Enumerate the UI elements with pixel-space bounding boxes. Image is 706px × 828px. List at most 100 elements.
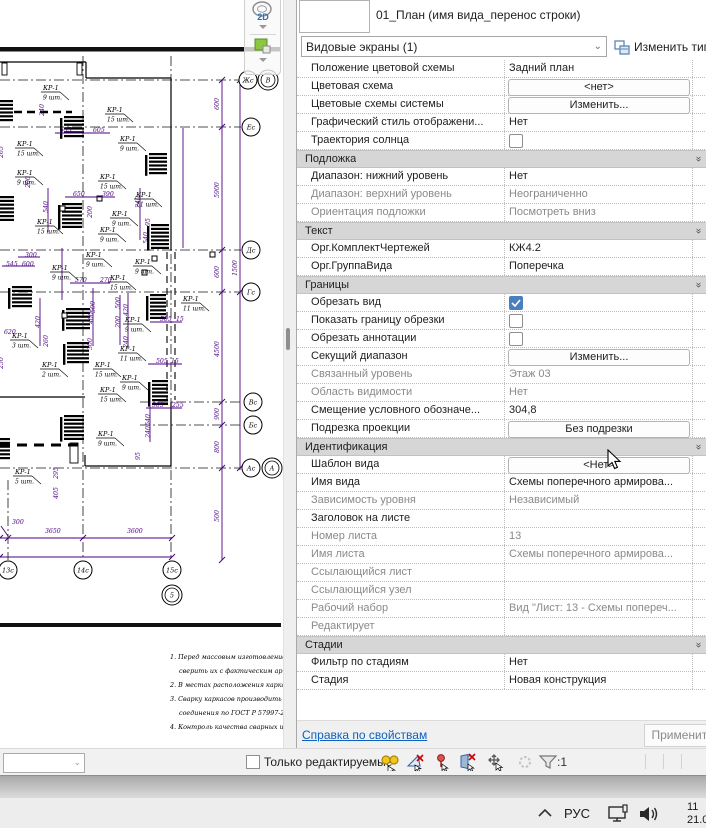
property-value-button[interactable]: Без подрезки xyxy=(508,421,690,438)
column-divider xyxy=(504,132,505,149)
svg-text:КР-1: КР-1 xyxy=(85,251,102,259)
property-label: Ссылающийся лист xyxy=(311,566,413,578)
volume-icon[interactable] xyxy=(638,805,662,823)
steering-wheel-2d-icon[interactable]: 2D xyxy=(250,0,276,22)
steering-wheel-menu-arrow[interactable] xyxy=(258,25,267,29)
property-row: Цветовые схемы системы Изменить... xyxy=(297,96,706,114)
language-indicator[interactable]: РУС xyxy=(564,806,590,821)
show-hidden-icons-chevron[interactable] xyxy=(537,807,553,819)
property-value-button[interactable]: Изменить... xyxy=(508,349,690,366)
property-row: Обрезать аннотации xyxy=(297,330,706,348)
property-value[interactable]: Нет xyxy=(509,170,528,182)
property-value[interactable]: Схемы поперечного армирова... xyxy=(509,476,673,488)
svg-text:405: 405 xyxy=(53,487,60,500)
collapse-chevron-icon[interactable]: « xyxy=(693,445,704,450)
type-preview-image[interactable] xyxy=(299,0,370,33)
property-value[interactable]: Вид "Лист: 13 - Схемы попереч... xyxy=(509,602,677,614)
property-label: Ссылающийся узел xyxy=(311,584,412,596)
drawing-view[interactable]: 600 5900 600 4500 900 800 500 1500 240 200 540 200 2… xyxy=(0,0,283,748)
property-value[interactable]: Нет xyxy=(509,386,528,398)
checkbox-unchecked[interactable] xyxy=(509,332,523,346)
worksets-icon[interactable] xyxy=(380,753,400,771)
svg-text:540: 540 xyxy=(43,201,50,213)
property-value[interactable]: Независимый xyxy=(509,494,579,506)
property-value[interactable]: Неограниченно xyxy=(509,188,588,200)
svg-text:Дс: Дс xyxy=(246,246,256,254)
property-label: Обрезать вид xyxy=(311,296,382,308)
collapse-chevron-icon[interactable]: « xyxy=(693,229,704,234)
edit-type-button[interactable]: Изменить тип xyxy=(614,36,706,58)
svg-text:3650: 3650 xyxy=(45,528,61,535)
property-value[interactable]: Схемы поперечного армирова... xyxy=(509,548,673,560)
row-gutter xyxy=(692,348,693,365)
property-label: Траектория солнца xyxy=(311,134,410,146)
svg-text:420: 420 xyxy=(123,304,130,317)
type-selector-dropdown[interactable]: Видовые экраны (1) ⌄ xyxy=(301,36,607,57)
svg-text:500: 500 xyxy=(90,301,97,313)
property-value[interactable]: КЖ4.2 xyxy=(509,242,541,254)
svg-text:9 шт.: 9 шт. xyxy=(122,385,141,392)
collapse-chevron-icon[interactable]: « xyxy=(693,157,704,162)
property-row: Номер листа 13 xyxy=(297,528,706,546)
properties-help-link[interactable]: Справка по свойствам xyxy=(302,728,427,742)
property-value[interactable]: Нет xyxy=(509,116,528,128)
editing-requests-icon[interactable] xyxy=(406,753,426,771)
editable-only-checkbox[interactable] xyxy=(246,755,260,769)
checkbox-unchecked[interactable] xyxy=(509,134,523,148)
property-value[interactable]: Этаж 03 xyxy=(509,368,551,380)
property-row: Редактирует xyxy=(297,618,706,636)
row-gutter xyxy=(692,258,693,275)
svg-text:260: 260 xyxy=(43,335,50,348)
property-value-button[interactable]: <нет> xyxy=(508,79,690,96)
tablet-pc-icon[interactable] xyxy=(607,804,633,824)
zoom-region-icon[interactable] xyxy=(253,37,273,55)
svg-text:15 шт.: 15 шт. xyxy=(110,285,133,292)
pin-icon[interactable] xyxy=(432,753,452,771)
scrollbar-thumb[interactable] xyxy=(286,328,290,350)
svg-text:КР-1: КР-1 xyxy=(109,274,126,282)
column-divider xyxy=(504,348,505,365)
property-row: Секущий диапазон Изменить... xyxy=(297,348,706,366)
column-divider xyxy=(504,204,505,221)
apply-button[interactable]: Применить xyxy=(644,724,706,747)
svg-text:КР-1: КР-1 xyxy=(134,258,151,266)
checkbox-unchecked[interactable] xyxy=(509,314,523,328)
design-option-dropdown[interactable]: ⌄ xyxy=(3,753,85,773)
svg-text:15 шт.: 15 шт. xyxy=(100,397,123,404)
svg-text:9 шт.: 9 шт. xyxy=(120,146,139,153)
column-divider xyxy=(504,60,505,77)
property-value[interactable]: Посмотреть вниз xyxy=(509,206,596,218)
mouse-cursor xyxy=(607,449,622,470)
checkbox-checked[interactable] xyxy=(509,296,523,310)
column-divider xyxy=(504,240,505,257)
property-value[interactable]: Новая конструкция xyxy=(509,674,606,686)
window-edge-band xyxy=(0,775,706,799)
property-label: Шаблон вида xyxy=(311,458,380,470)
column-divider xyxy=(504,294,505,311)
category-header: Идентификация « xyxy=(297,438,706,456)
move-icon[interactable] xyxy=(486,753,506,771)
background-processes-icon[interactable] xyxy=(458,753,478,771)
property-value[interactable]: 304,8 xyxy=(509,404,537,416)
property-label: Идентификация xyxy=(305,441,388,453)
collapse-chevron-icon[interactable]: « xyxy=(693,643,704,648)
property-value[interactable]: Задний план xyxy=(509,62,574,74)
collapse-chevron-icon[interactable]: « xyxy=(693,283,704,288)
property-label: Положение цветовой схемы xyxy=(311,62,455,74)
property-value[interactable]: Поперечка xyxy=(509,260,564,272)
clock-date: 21.01.2 xyxy=(687,814,706,826)
svg-text:250: 250 xyxy=(0,357,5,370)
property-value-button[interactable]: Изменить... xyxy=(508,97,690,114)
edit-type-icon xyxy=(614,39,630,55)
property-value[interactable]: Нет xyxy=(509,656,528,668)
svg-text:255: 255 xyxy=(171,402,184,409)
filter-icon[interactable] xyxy=(538,753,558,771)
property-value[interactable]: 13 xyxy=(509,530,521,542)
svg-text:15с: 15с xyxy=(166,566,178,574)
drawing-vertical-scrollbar[interactable] xyxy=(283,0,296,748)
property-value-button[interactable]: <Нет> xyxy=(508,457,690,474)
zoom-menu-arrow[interactable] xyxy=(258,58,267,62)
row-gutter xyxy=(692,528,693,545)
clock[interactable]: 11 21.01.2 xyxy=(687,801,706,827)
column-divider xyxy=(504,168,505,185)
